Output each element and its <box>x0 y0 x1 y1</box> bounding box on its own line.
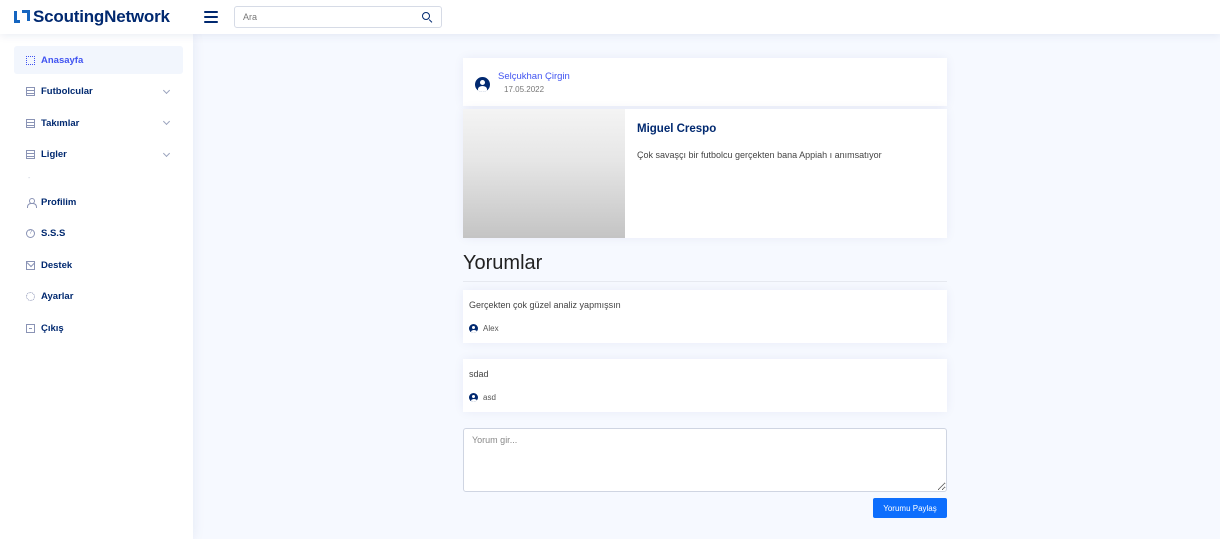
gear-icon <box>26 292 35 301</box>
sidebar-item-ayarlar[interactable]: Ayarlar <box>14 283 183 311</box>
person-icon <box>26 197 37 208</box>
sidebar-item-label: Destek <box>41 259 73 271</box>
sidebar-item-anasayfa[interactable]: Anasayfa <box>14 46 183 74</box>
user-circle-icon <box>469 393 478 402</box>
player-name: Miguel Crespo <box>637 123 717 135</box>
sidebar-item-label: Anasayfa <box>41 54 84 66</box>
sidebar-item-label: Ligler <box>41 149 67 160</box>
sidebar-item-sss[interactable]: ? S.S.S <box>14 220 183 248</box>
exit-icon <box>26 323 35 333</box>
sidebar-item-takimlar[interactable]: Takımlar <box>14 109 183 137</box>
search-icon[interactable] <box>421 11 433 24</box>
search-bar <box>234 6 442 28</box>
top-header: ScoutingNetwork <box>0 0 1220 34</box>
player-image <box>463 109 625 238</box>
sidebar-item-label: S.S.S <box>41 228 66 239</box>
comment-user: asd <box>469 393 941 402</box>
question-icon: ? <box>26 229 35 238</box>
author-name-link[interactable]: Selçukhan Çirgin <box>498 71 570 82</box>
sidebar-item-label: Futbolcular <box>41 86 93 97</box>
chevron-down-icon <box>162 149 171 157</box>
chevron-down-icon <box>162 117 171 126</box>
app-name: ScoutingNetwork <box>33 7 170 26</box>
sidebar-item-ligler[interactable]: Ligler <box>14 141 183 169</box>
user-circle-icon <box>475 76 490 92</box>
grid-icon <box>26 55 35 65</box>
comment-item: Gerçekten çok güzel analiz yapmışsın Ale… <box>463 290 947 343</box>
search-input[interactable] <box>243 12 421 22</box>
table-icon <box>26 118 35 128</box>
menu-toggle-icon[interactable] <box>204 11 218 23</box>
post-body: Miguel Crespo Çok savaşçı bir futbolcu g… <box>625 109 894 238</box>
sidebar-item-label: Takımlar <box>41 117 80 129</box>
sidebar-item-futbolcular[interactable]: Futbolcular <box>14 78 183 106</box>
sidebar-item-label: Çıkış <box>41 322 64 334</box>
post-author-card: Selçukhan Çirgin 17.05.2022 <box>463 58 947 106</box>
table-icon <box>26 150 35 159</box>
envelope-icon <box>26 260 35 270</box>
comment-text: Gerçekten çok güzel analiz yapmışsın <box>469 300 621 310</box>
chevron-down-icon <box>162 86 171 94</box>
share-comment-button[interactable]: Yorumu Paylaş <box>873 498 947 518</box>
sidebar-item-destek[interactable]: Destek <box>14 251 183 279</box>
sidebar-item-profilim[interactable]: Profilim <box>14 188 183 216</box>
author-info: Selçukhan Çirgin 17.05.2022 <box>498 71 570 94</box>
comment-item: sdad asd <box>463 359 947 412</box>
comments-heading: Yorumlar <box>463 252 947 282</box>
comment-author: Alex <box>483 324 499 333</box>
post-text: Çok savaşçı bir futbolcu gerçekten bana … <box>637 150 882 160</box>
comment-textarea[interactable] <box>463 428 947 492</box>
sidebar-item-label: Profilim <box>41 196 77 208</box>
logo-icon <box>14 10 30 24</box>
user-circle-icon <box>469 324 478 333</box>
table-icon <box>26 87 35 96</box>
logo[interactable]: ScoutingNetwork <box>14 7 200 27</box>
sidebar-item-cikis[interactable]: Çıkış <box>14 314 183 342</box>
comment-author: asd <box>483 393 496 402</box>
comment-text: sdad <box>469 369 489 379</box>
sidebar-item-label: Ayarlar <box>41 291 74 302</box>
sidebar: Anasayfa Futbolcular Takımlar Ligler - P… <box>0 34 193 539</box>
main-content: Selçukhan Çirgin 17.05.2022 Miguel Cresp… <box>193 34 1220 539</box>
post-date: 17.05.2022 <box>504 84 545 94</box>
sidebar-divider: - <box>28 175 31 182</box>
post-card: Miguel Crespo Çok savaşçı bir futbolcu g… <box>463 109 947 238</box>
comment-user: Alex <box>469 324 941 333</box>
